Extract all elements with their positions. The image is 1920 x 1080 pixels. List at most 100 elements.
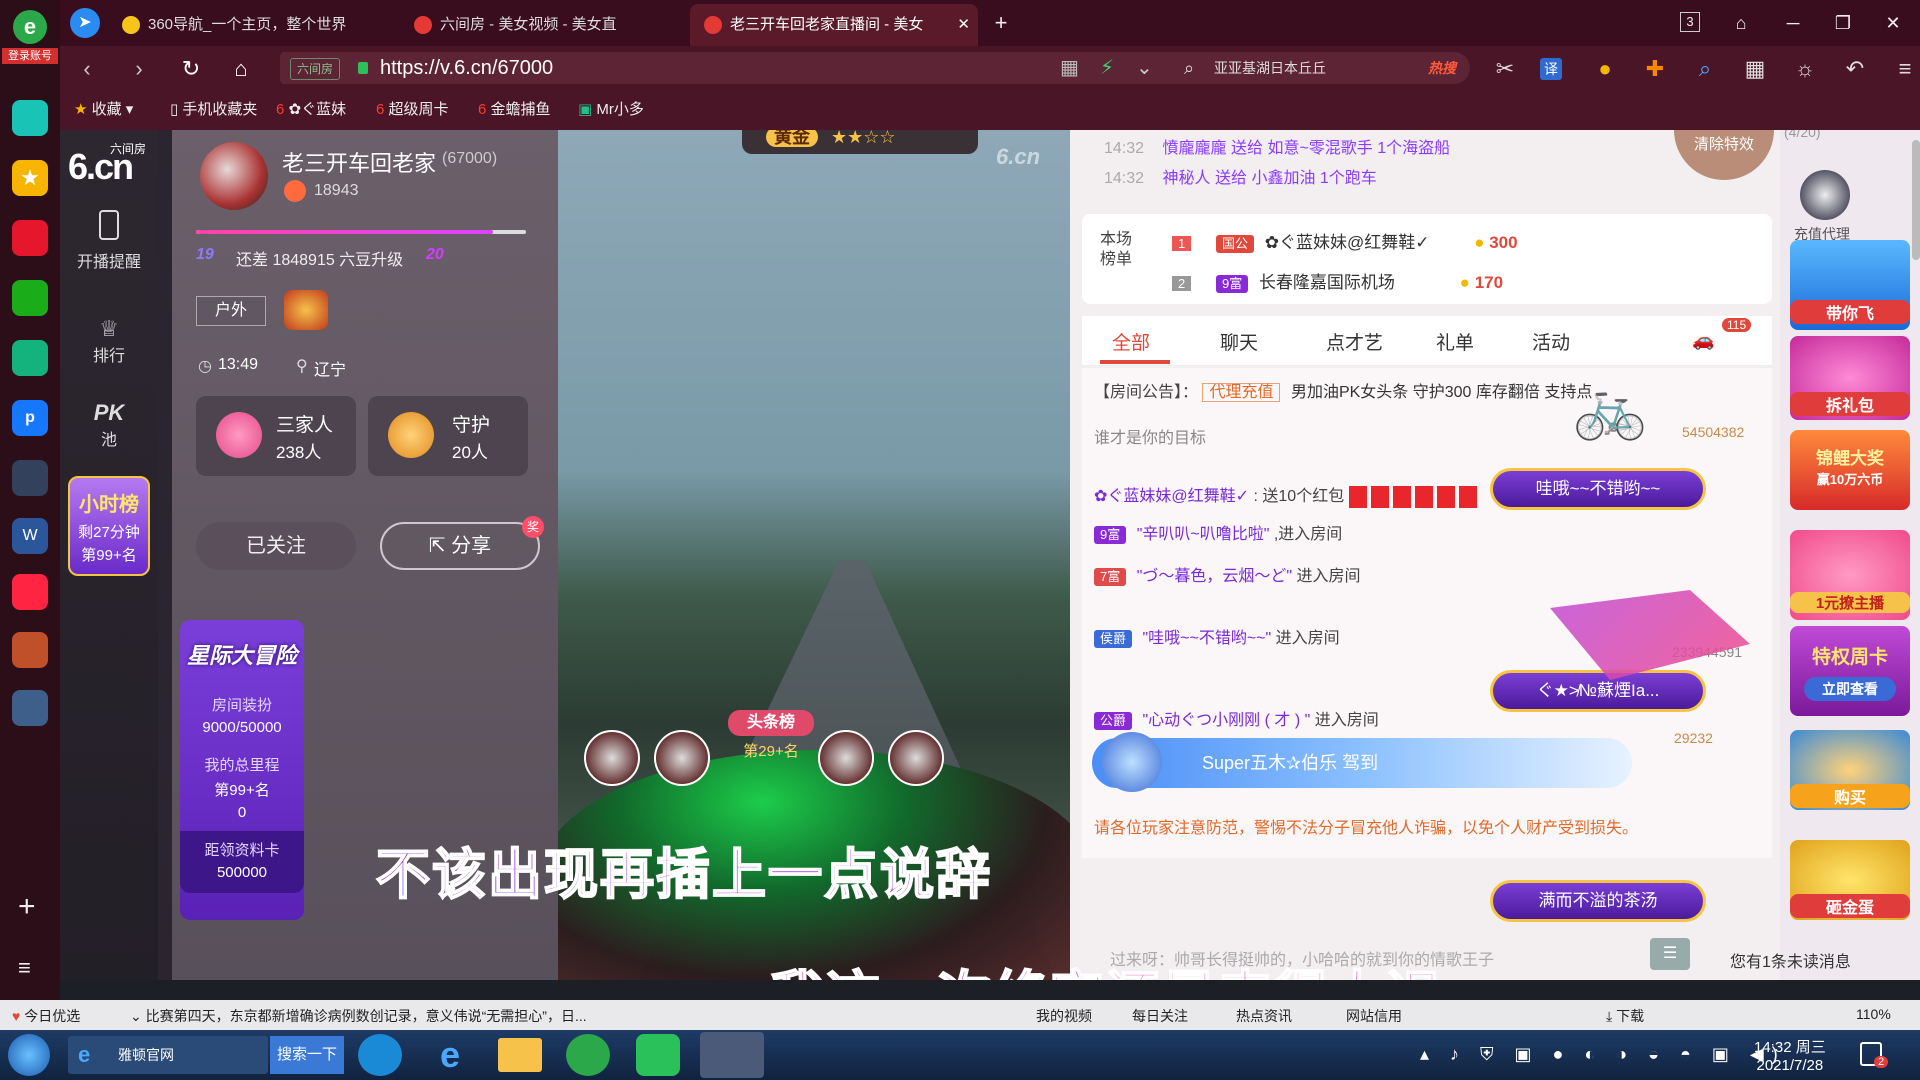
- ie-app-icon[interactable]: e: [428, 1034, 472, 1076]
- favorite-star-icon[interactable]: ★: [12, 160, 48, 196]
- home-icon[interactable]: ⌂: [226, 54, 256, 84]
- 360-app-icon[interactable]: [566, 1034, 610, 1076]
- bookmark-fishing[interactable]: 6 金蟾捕鱼: [478, 90, 551, 130]
- game2-icon[interactable]: [12, 632, 48, 668]
- sidenav-rank[interactable]: ♕ 排行: [60, 316, 158, 366]
- category-tag[interactable]: 户外: [196, 296, 266, 326]
- coin-icon[interactable]: ●: [1590, 54, 1620, 84]
- sidenav-live-remind[interactable]: 开播提醒: [60, 210, 158, 272]
- viewer-avatar[interactable]: [888, 730, 944, 786]
- chevron-down-icon[interactable]: ⌄: [1136, 52, 1153, 84]
- close-icon[interactable]: ✕: [1880, 10, 1906, 36]
- viewer-avatar[interactable]: [818, 730, 874, 786]
- minimize-icon[interactable]: ─: [1780, 10, 1806, 36]
- rank-row[interactable]: 1 国公 ✿ぐ蓝妹妹@红舞鞋✓ ● 300: [1172, 228, 1692, 254]
- game3-icon[interactable]: [12, 690, 48, 726]
- link-daily[interactable]: 每日关注: [1132, 1006, 1188, 1026]
- mail-icon[interactable]: [12, 280, 48, 316]
- link-my-video[interactable]: 我的视频: [1036, 1006, 1092, 1026]
- lightning-icon[interactable]: ⚡: [1100, 52, 1114, 84]
- gift-banner[interactable]: 哇哦~~不错哟~~: [1490, 468, 1706, 510]
- gift-banner[interactable]: 满而不溢的茶汤: [1490, 880, 1706, 922]
- gamepad-icon[interactable]: ✚: [1640, 54, 1670, 84]
- scissors-icon[interactable]: ✂: [1490, 54, 1520, 84]
- gift-pack-activity[interactable]: 拆礼包: [1790, 336, 1910, 420]
- hour-rank-widget[interactable]: 小时榜 剩27分钟 第99+名: [68, 476, 150, 576]
- tab-close-icon[interactable]: ✕: [957, 4, 970, 46]
- avatar[interactable]: [200, 142, 268, 210]
- follow-button[interactable]: 已关注: [196, 522, 356, 570]
- translate-button[interactable]: 译: [1540, 58, 1562, 80]
- tab-count-badge[interactable]: 3: [1680, 12, 1700, 32]
- golden-egg-activity[interactable]: 砸金蛋: [1790, 840, 1910, 920]
- tab-talent[interactable]: 点才艺: [1326, 328, 1383, 355]
- taskbar-ie-item[interactable]: e 雅顿官网: [68, 1036, 268, 1074]
- game-app-icon[interactable]: [12, 460, 48, 496]
- room-rank-label[interactable]: 本场榜单: [1100, 230, 1140, 270]
- one-yuan-activity[interactable]: 1元撩主播: [1790, 530, 1910, 620]
- event-widget[interactable]: 星际大冒险 房间装扮 9000/50000 我的总里程 第99+名 0 距领资料…: [180, 620, 304, 920]
- menu-icon[interactable]: ≡: [1890, 54, 1920, 84]
- news-ticker[interactable]: ⌄ 比赛第四天，东京都新增确诊病例数创记录，意义伟说“无需担心”，日...: [130, 1006, 650, 1026]
- refresh-icon[interactable]: ↻: [176, 54, 206, 84]
- koi-activity[interactable]: 锦鲤大奖 赢10万六币: [1790, 430, 1910, 510]
- download-button[interactable]: ⤓ 下载: [1606, 1006, 1644, 1026]
- bookmark-weekcard[interactable]: 6 超级周卡: [376, 90, 449, 130]
- search-input[interactable]: ⌕ 亚亚基湖日本丘丘 热搜: [1170, 52, 1470, 84]
- login-account[interactable]: e 登录账号: [2, 10, 58, 72]
- brightness-icon[interactable]: ☼: [1790, 54, 1820, 84]
- back-icon[interactable]: ‹: [72, 54, 102, 84]
- xiaohongshu-icon[interactable]: [12, 574, 48, 610]
- p-app-icon[interactable]: p: [12, 400, 48, 436]
- folder-icon[interactable]: [498, 1038, 542, 1072]
- media-player-icon[interactable]: [636, 1034, 680, 1076]
- taskbar-search-button[interactable]: 搜索一下: [270, 1036, 344, 1074]
- bookmark-mrxiaoduo[interactable]: ▣ Mr小多: [578, 90, 644, 130]
- clear-effects-button[interactable]: 清除特效: [1674, 130, 1774, 180]
- tab-gift-list[interactable]: 礼单: [1436, 328, 1474, 355]
- car-icon[interactable]: 🚗: [1692, 330, 1714, 351]
- message-icon[interactable]: ☰: [1650, 938, 1690, 970]
- forward-icon[interactable]: ›: [124, 54, 154, 84]
- grid-icon[interactable]: ▦: [1740, 54, 1770, 84]
- share-button[interactable]: ⇱ 分享: [380, 522, 540, 570]
- tab-all[interactable]: 全部: [1112, 328, 1150, 355]
- address-bar[interactable]: 六间房 https://v.6.cn/67000 ▦ ⚡ ⌄: [280, 52, 1190, 84]
- fly-activity[interactable]: 带你飞: [1790, 240, 1910, 330]
- bookmark-mobile[interactable]: ▯ 手机收藏夹: [170, 90, 257, 130]
- tab-activity[interactable]: 活动: [1532, 328, 1570, 355]
- weekly-card-activity[interactable]: 特权周卡 立即查看: [1790, 626, 1910, 716]
- clock[interactable]: 14:32 周三 2021/7/28: [1754, 1036, 1826, 1074]
- cloud-icon[interactable]: [12, 340, 48, 376]
- viewer-avatar[interactable]: [584, 730, 640, 786]
- link-hot-news[interactable]: 热点资讯: [1236, 1006, 1292, 1026]
- zoom-icon[interactable]: ⌕: [1690, 54, 1720, 84]
- restore-icon[interactable]: ❐: [1830, 10, 1856, 36]
- plus-app-icon[interactable]: [12, 100, 48, 136]
- tray-icons[interactable]: ▴ ♪ ⛨ ▣ ● ◐ ◑ ◒ ◓ ▣ ◀): [1420, 1044, 1786, 1065]
- shirt-icon[interactable]: ⌂: [1728, 10, 1754, 36]
- sidenav-pk-pool[interactable]: PK 池: [60, 400, 158, 450]
- browser-logo-icon[interactable]: ➤: [70, 8, 100, 38]
- hot-search-label[interactable]: 热搜: [1428, 52, 1456, 84]
- headline-rank-badge[interactable]: 头条榜 第29+名: [728, 710, 814, 770]
- family-card[interactable]: 三家人 238人: [196, 396, 356, 476]
- link-credit[interactable]: 网站信用: [1346, 1006, 1402, 1026]
- tab-chat[interactable]: 聊天: [1220, 328, 1258, 355]
- bookmark-favorites[interactable]: ★ 收藏 ▾: [74, 90, 133, 130]
- k-app-icon[interactable]: [358, 1034, 402, 1076]
- qr-icon[interactable]: ▦: [1060, 52, 1079, 84]
- new-tab-button[interactable]: +: [988, 10, 1014, 36]
- today-picks[interactable]: ♥ 今日优选: [12, 1006, 80, 1026]
- scrollbar[interactable]: [1912, 140, 1920, 260]
- site-logo[interactable]: 六间房 6.cn: [66, 138, 156, 187]
- add-icon[interactable]: +: [18, 890, 36, 924]
- unread-messages[interactable]: 您有1条未读消息: [1730, 948, 1851, 972]
- word-icon[interactable]: W: [12, 518, 48, 554]
- zoom-level[interactable]: 110%: [1856, 1006, 1891, 1022]
- 6cn-app-icon[interactable]: [700, 1032, 764, 1078]
- menu-icon[interactable]: ≡: [18, 955, 31, 981]
- guard-avatar[interactable]: [1800, 170, 1850, 220]
- tab-live-room[interactable]: 老三开车回老家直播间 - 美女 ✕: [690, 4, 978, 46]
- rank-row[interactable]: 2 9富 长春隆嘉国际机场 ● 170: [1172, 268, 1692, 294]
